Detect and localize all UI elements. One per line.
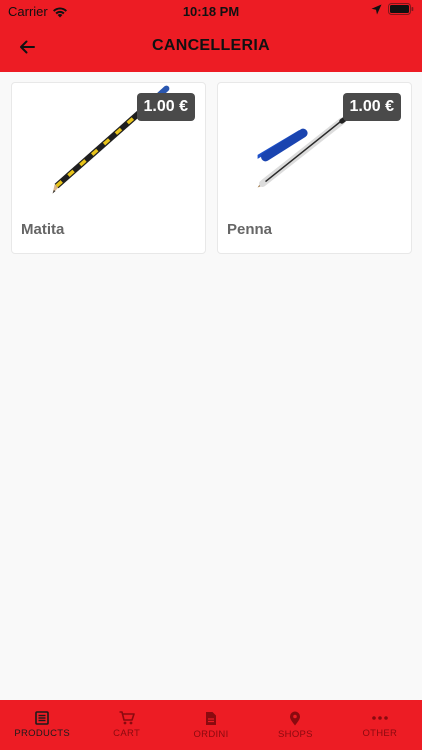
product-name: Matita xyxy=(21,221,65,238)
tab-shops-label: SHOPS xyxy=(278,729,313,740)
navigation-bar: CANCELLERIA xyxy=(0,22,422,72)
tab-bar: PRODUCTS CART ORDINI SHOPS OTHER xyxy=(0,700,422,750)
tab-shops[interactable]: SHOPS xyxy=(253,700,337,750)
price-badge: 1.00 € xyxy=(342,93,401,121)
map-pin-icon xyxy=(290,711,301,726)
tab-cart[interactable]: CART xyxy=(84,700,168,750)
product-card-matita[interactable]: 1.00 € Matita xyxy=(11,82,206,254)
tab-ordini[interactable]: ORDINI xyxy=(169,700,253,750)
tab-other-label: OTHER xyxy=(362,728,398,739)
price-badge: 1.00 € xyxy=(136,93,195,121)
product-card-penna[interactable]: 1.00 € Penna xyxy=(217,82,412,254)
tab-ordini-label: ORDINI xyxy=(193,729,229,740)
product-name: Penna xyxy=(227,221,273,238)
document-icon xyxy=(206,712,217,725)
cart-icon xyxy=(119,711,135,725)
list-icon xyxy=(35,711,50,725)
status-right xyxy=(371,3,414,15)
page-title: CANCELLERIA xyxy=(152,37,270,54)
tab-other[interactable]: OTHER xyxy=(338,700,422,750)
status-bar: Carrier 10:18 PM xyxy=(0,0,422,22)
battery-icon xyxy=(388,3,414,15)
tab-cart-label: CART xyxy=(113,728,141,739)
more-dots-icon xyxy=(372,716,388,720)
location-arrow-icon xyxy=(371,4,382,14)
tab-products-label: PRODUCTS xyxy=(14,728,71,739)
clock: 10:18 PM xyxy=(182,4,240,19)
tab-products[interactable]: PRODUCTS xyxy=(0,700,84,750)
